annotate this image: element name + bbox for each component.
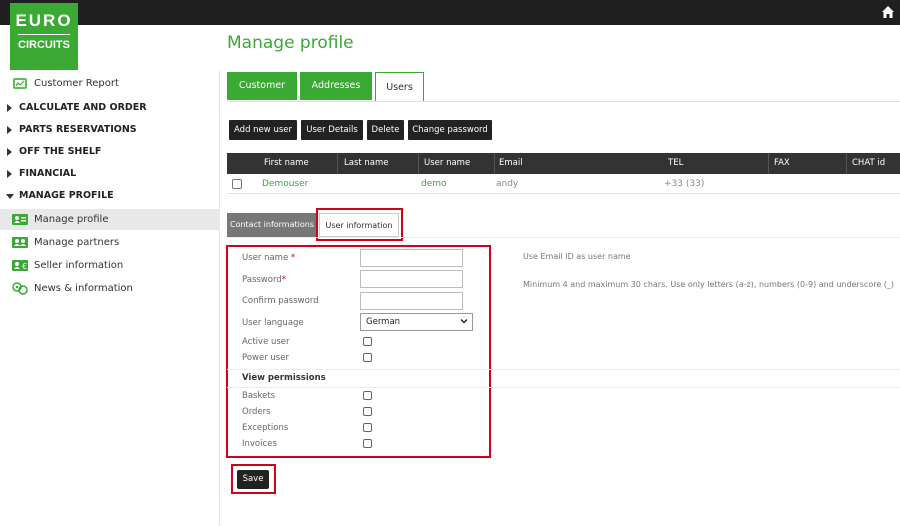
active-user-checkbox[interactable]: [363, 337, 372, 346]
exceptions-label: Exceptions: [242, 423, 289, 433]
chevron-right-icon: [7, 126, 12, 134]
user-language-select[interactable]: German: [360, 313, 473, 331]
column-header-last-name[interactable]: Last name: [344, 153, 389, 174]
svg-text:€: €: [22, 262, 27, 271]
top-bar: [0, 0, 900, 25]
subtab-divider: [227, 237, 900, 238]
sidebar-category-label: CALCULATE AND ORDER: [19, 102, 147, 113]
invoices-label: Invoices: [242, 439, 277, 449]
table-row[interactable]: Demouser demo andy +33 (33): [227, 174, 900, 194]
add-new-user-button[interactable]: Add new user: [229, 120, 297, 140]
logo-line2: CIRCUITS: [18, 39, 70, 51]
sidebar-item-label: Manage profile: [34, 214, 109, 225]
chevron-down-icon: [460, 319, 468, 324]
sidebar-category-label: FINANCIAL: [19, 168, 77, 179]
sidebar-item-manage-partners[interactable]: Manage partners: [0, 232, 220, 253]
sidebar-item-label: Customer Report: [34, 78, 119, 89]
cell-first-name[interactable]: Demouser: [262, 174, 308, 194]
sidebar-item-label: Seller information: [34, 260, 124, 271]
cell-user-name[interactable]: demo: [421, 174, 447, 194]
confirm-password-label: Confirm password: [242, 296, 319, 306]
chevron-right-icon: [7, 148, 12, 156]
chevron-down-icon: [6, 194, 14, 199]
report-icon: [13, 78, 27, 89]
tab-contact-informations[interactable]: Contact informations: [227, 213, 317, 237]
sidebar-category-financial[interactable]: FINANCIAL: [0, 164, 220, 184]
user-name-hint: Use Email ID as user name: [523, 252, 631, 261]
tab-divider: [227, 101, 900, 102]
tab-customer[interactable]: Customer: [227, 72, 297, 100]
view-permissions-heading: View permissions: [242, 373, 326, 383]
sidebar-item-news-information[interactable]: News & information: [0, 278, 220, 299]
confirm-password-input[interactable]: [360, 292, 463, 310]
sidebar-category-label: PARTS RESERVATIONS: [19, 124, 137, 135]
invoices-checkbox[interactable]: [363, 439, 372, 448]
orders-checkbox[interactable]: [363, 407, 372, 416]
user-language-label: User language: [242, 318, 304, 328]
column-header-user-name[interactable]: User name: [424, 153, 470, 174]
news-icon: [12, 282, 28, 295]
sidebar-category-off-the-shelf[interactable]: OFF THE SHELF: [0, 142, 220, 162]
row-select-checkbox[interactable]: [232, 179, 242, 189]
main-content: Manage profile Customer Addresses Users …: [221, 25, 900, 526]
form-divider: [227, 387, 900, 388]
sidebar-item-manage-profile[interactable]: Manage profile: [0, 209, 220, 230]
password-input[interactable]: [360, 270, 463, 288]
sidebar-item-seller-information[interactable]: € Seller information: [0, 255, 220, 276]
logo-line1: EURO: [15, 11, 73, 30]
chevron-right-icon: [7, 104, 12, 112]
partners-icon: [12, 237, 28, 248]
sidebar-category-label: OFF THE SHELF: [19, 146, 102, 157]
sidebar: Customer Report CALCULATE AND ORDER PART…: [0, 70, 220, 526]
sidebar-item-label: News & information: [34, 283, 133, 294]
sidebar-category-parts-reservations[interactable]: PARTS RESERVATIONS: [0, 120, 220, 140]
orders-label: Orders: [242, 407, 271, 417]
column-header-chat-id[interactable]: CHAT id: [852, 153, 885, 174]
tab-users[interactable]: Users: [375, 72, 424, 102]
column-header-tel[interactable]: TEL: [668, 153, 683, 174]
password-hint: Minimum 4 and maximum 30 chars. Use only…: [523, 280, 895, 289]
user-name-input[interactable]: [360, 249, 463, 267]
column-header-first-name[interactable]: First name: [264, 153, 309, 174]
sidebar-item-label: Manage partners: [34, 237, 120, 248]
sidebar-category-manage-profile[interactable]: MANAGE PROFILE: [0, 186, 220, 206]
sidebar-category-calculate-and-order[interactable]: CALCULATE AND ORDER: [0, 98, 220, 118]
tab-addresses[interactable]: Addresses: [300, 72, 372, 100]
exceptions-checkbox[interactable]: [363, 423, 372, 432]
delete-button[interactable]: Delete: [367, 120, 404, 140]
seller-icon: €: [12, 260, 28, 271]
password-label: Password*: [242, 275, 286, 285]
cell-email: andy: [496, 179, 519, 189]
baskets-checkbox[interactable]: [363, 391, 372, 400]
chevron-right-icon: [7, 170, 12, 178]
profile-icon: [12, 214, 28, 225]
power-user-checkbox[interactable]: [363, 353, 372, 362]
sidebar-category-label: MANAGE PROFILE: [19, 190, 114, 201]
column-header-fax[interactable]: FAX: [774, 153, 790, 174]
home-icon[interactable]: [881, 5, 895, 19]
user-details-button[interactable]: User Details: [301, 120, 363, 140]
user-name-label: User name *: [242, 253, 296, 263]
baskets-label: Baskets: [242, 391, 276, 401]
page-title: Manage profile: [227, 33, 354, 53]
cell-tel: +33 (33): [664, 179, 705, 189]
power-user-label: Power user: [242, 353, 289, 363]
user-language-value: German: [366, 317, 401, 327]
sidebar-item-customer-report[interactable]: Customer Report: [0, 73, 220, 94]
eurocircuits-logo[interactable]: EURO CIRCUITS: [10, 3, 78, 70]
active-user-label: Active user: [242, 337, 290, 347]
change-password-button[interactable]: Change password: [408, 120, 492, 140]
form-divider: [227, 369, 900, 370]
column-header-email[interactable]: Email: [499, 153, 523, 174]
save-button[interactable]: Save: [237, 470, 269, 489]
users-table-header: First name Last name User name Email TEL…: [227, 153, 900, 174]
